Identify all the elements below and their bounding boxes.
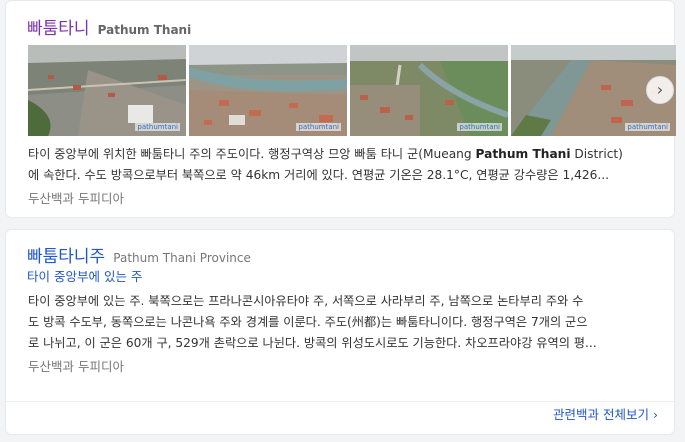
source-label[interactable]: 두산백과 두피디아 [28,188,124,207]
card-title-english: Pathum Thani Province [113,251,251,265]
card-title-english: Pathum Thani [97,23,192,37]
description-line-1: 타이 중앙부에 있는 주. 북쪽으로는 프라나콘시아유타야 주, 서쪽으로 사라… [28,294,584,308]
aerial-photo-1[interactable]: pathumtani [28,45,186,136]
aerial-photo-2[interactable]: pathumtani [189,45,347,136]
card-title[interactable]: 빠툼타니 [27,19,90,39]
description-line-1: 타이 중앙부에 위치한 빠툼타니 주의 주도이다. 행정구역상 므앙 빠툼 타니… [28,147,623,161]
card-description: 타이 중앙부에 있는 주. 북쪽으로는 프라나콘시아유타야 주, 서쪽으로 사라… [28,291,597,354]
photo-watermark: pathumtani [135,123,180,131]
card-title-row[interactable]: 빠툼타니주 Pathum Thani Province [27,242,251,267]
photo-watermark: pathumtani [625,123,670,131]
card-title-row[interactable]: 빠툼타니 Pathum Thani [27,14,191,39]
photo-watermark: pathumtani [457,123,502,131]
image-strip: pathumtani pathumtani pathumtani pathumt… [28,45,676,136]
description-highlight: Pathum Thani [475,147,571,161]
view-all-related-link[interactable]: 관련백과 전체보기 › [553,404,658,423]
description-line-2: 에 속한다. 수도 방콕으로부터 북쪽으로 약 46km 거리에 있다. 연평균… [28,168,609,182]
card-title[interactable]: 빠툼타니주 [27,247,105,267]
card-description: 타이 중앙부에 위치한 빠툼타니 주의 주도이다. 행정구역상 므앙 빠툼 타니… [28,144,623,186]
photo-watermark: pathumtani [296,123,341,131]
result-card-pathum-thani-province: 빠툼타니주 Pathum Thani Province 타이 중앙부에 있는 주… [5,229,675,435]
aerial-photo-3[interactable]: pathumtani [350,45,508,136]
source-label[interactable]: 두산백과 두피디아 [28,356,124,375]
chevron-right-icon: › [656,80,664,99]
image-next-button[interactable]: › [646,76,674,104]
description-line-3: 로 나뉘고, 이 군은 60개 구, 529개 촌락으로 나뉜다. 방콕의 위성… [28,336,597,350]
divider [6,401,674,402]
description-line-2: 도 방콕 수도부, 동쪽으로는 나콘나욕 주와 경계를 이룬다. 주도(州都)는… [28,315,588,329]
result-card-pathum-thani: 빠툼타니 Pathum Thani pathumtani pathumtani … [5,0,676,218]
card-subtitle[interactable]: 타이 중앙부에 있는 주 [27,266,142,285]
